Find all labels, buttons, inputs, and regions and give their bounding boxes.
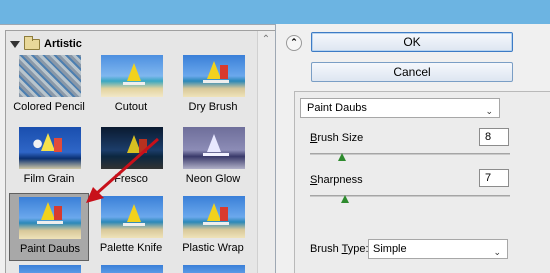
brush-type-label-post: ype:: [347, 243, 369, 255]
filter-thumbnail-gallery: Artistic Colored Pencil Cutout Dry Brush: [5, 30, 275, 273]
brush-type-label: Brush Type:: [310, 243, 369, 255]
brush-type-dropdown[interactable]: Simple ⌄: [368, 239, 508, 259]
filter-gallery-panel: Artistic Colored Pencil Cutout Dry Brush: [0, 24, 276, 273]
annotation-arrow-icon: [86, 137, 159, 203]
brush-size-slider-thumb[interactable]: [338, 153, 346, 161]
filter-settings: Paint Daubs ⌄ Brush Size 8 Sharpness 7 B…: [294, 91, 550, 273]
cancel-button[interactable]: Cancel: [311, 62, 513, 82]
brush-size-field[interactable]: 8: [479, 128, 509, 146]
chevron-down-icon: ⌄: [485, 106, 493, 116]
sharpness-label-text: harpness: [317, 174, 363, 186]
filter-dropdown[interactable]: Paint Daubs ⌄: [300, 98, 500, 118]
filter-dropdown-value: Paint Daubs: [307, 102, 367, 114]
brush-size-label-text: rush Size: [317, 132, 364, 144]
brush-size-label: Brush Size: [310, 132, 363, 144]
double-chevron-up-icon: ⌃: [290, 37, 298, 47]
sharpness-slider-thumb[interactable]: [341, 195, 349, 203]
ok-button[interactable]: OK: [311, 32, 513, 52]
brush-type-label-pre: Brush: [310, 243, 342, 255]
sharpness-label: Sharpness: [310, 174, 363, 186]
sharpness-field[interactable]: 7: [479, 169, 509, 187]
brush-type-value: Simple: [373, 243, 407, 255]
sharpness-slider-track[interactable]: [310, 195, 510, 197]
chevron-down-icon: ⌄: [493, 247, 501, 257]
collapse-gallery-button[interactable]: ⌃: [286, 35, 302, 51]
settings-panel: ⌃ OK Cancel Paint Daubs ⌄ Brush Size 8 S…: [276, 24, 550, 273]
